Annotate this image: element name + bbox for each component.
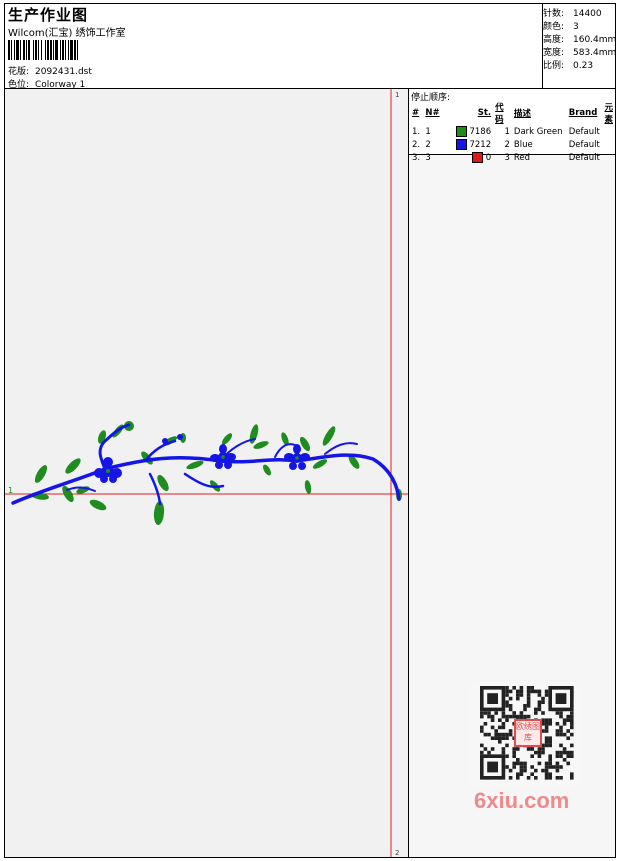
row-brand: Default [568, 139, 600, 150]
design-preview-canvas[interactable]: 1 1 2 [5, 89, 409, 857]
row-index: 2. [412, 139, 421, 150]
spec-label: 针数: [543, 9, 565, 19]
col-code: 代码 [495, 103, 504, 125]
spec-label: 宽度: [543, 48, 565, 58]
stop-sequence-box: 停止顺序: # N# St. 代码 描述 Brand 元素 1. 1 7186 … [409, 89, 615, 163]
row-stitches-cell: 7186 [447, 125, 493, 138]
row-description: Red [513, 152, 531, 163]
col-element: 元素 [604, 103, 613, 125]
design-file-line: 花版: 2092431.dst [8, 64, 92, 77]
row-brand: Default [568, 126, 600, 137]
spec-width: 宽度: 583.4mm [543, 45, 616, 58]
row-stitches-cell: 0 [447, 151, 493, 164]
top-marker: 1 [395, 91, 399, 99]
color-swatch [455, 126, 467, 137]
start-marker: 1 [8, 486, 13, 495]
spec-value: 160.4mm [573, 35, 617, 45]
design-value: 2092431.dst [35, 67, 92, 77]
row-code: 2 [504, 139, 510, 150]
company-name: Wilcom(汇宝) 绣饰工作室 [8, 28, 126, 39]
design-specs: 针数: 14400 颜色: 3 高度: 160.4mm 宽度: 583.4mm 比例: 0… [543, 4, 616, 89]
design-label: 花版: [8, 67, 30, 77]
spec-value: 3 [573, 22, 579, 32]
row-stitches-cell: 7212 [447, 138, 493, 151]
row-needle: 1 [425, 126, 431, 137]
row-index: 3. [412, 152, 421, 163]
spec-stitches: 针数: 14400 [543, 6, 602, 19]
row-element [602, 151, 615, 164]
row-code: 1 [504, 126, 510, 137]
row-stitches: 7186 [469, 127, 492, 137]
color-swatch [455, 139, 467, 150]
col-index: # [412, 108, 420, 118]
stop-sequence-table: # N# St. 代码 描述 Brand 元素 1. 1 7186 1 Dark… [410, 101, 615, 164]
watermark-stamp: 欧绣图库 [514, 719, 542, 747]
row-code: 3 [504, 152, 510, 163]
spec-value: 583.4mm [573, 48, 617, 58]
row-stitches: 7212 [469, 140, 492, 150]
spec-value: 0.23 [573, 61, 594, 71]
row-needle: 2 [425, 139, 431, 150]
row-brand: Default [568, 152, 600, 163]
page-title: 生产作业图 [8, 6, 89, 24]
row-description: Blue [513, 139, 533, 150]
col-description: 描述 [513, 109, 531, 119]
row-stitches: 0 [485, 153, 492, 163]
table-row[interactable]: 1. 1 7186 1 Dark Green Default [410, 125, 615, 138]
col-needle: N# [425, 108, 440, 118]
row-needle: 3 [425, 152, 431, 163]
row-index: 1. [412, 126, 421, 137]
spec-height: 高度: 160.4mm [543, 32, 616, 45]
spec-scale: 比例: 0.23 [543, 58, 593, 71]
color-swatch [472, 152, 483, 163]
spec-label: 比例: [543, 61, 565, 71]
qr-code: 欧绣图库 [470, 682, 582, 786]
row-description: Dark Green [513, 126, 563, 137]
spec-colors: 颜色: 3 [543, 19, 579, 32]
spec-label: 颜色: [543, 22, 565, 32]
header-info: 生产作业图 Wilcom(汇宝) 绣饰工作室 花版: 2092431.dst 色位… [5, 4, 543, 90]
barcode [8, 40, 142, 60]
table-header-row: # N# St. 代码 描述 Brand 元素 [410, 101, 615, 125]
watermark-site: 6xiu.com [474, 788, 570, 813]
spec-value: 14400 [573, 9, 602, 19]
embroidery-design: 1 1 2 [5, 89, 408, 857]
end-marker: 2 [395, 849, 399, 857]
spec-label: 高度: [543, 35, 565, 45]
row-element [602, 125, 615, 138]
col-brand: Brand [568, 108, 598, 118]
col-stitches: St. [477, 108, 492, 118]
leaves [31, 421, 402, 525]
row-element [602, 138, 615, 151]
table-row[interactable]: 3. 3 0 3 Red Default [410, 151, 615, 164]
table-row[interactable]: 2. 2 7212 2 Blue Default [410, 138, 615, 151]
